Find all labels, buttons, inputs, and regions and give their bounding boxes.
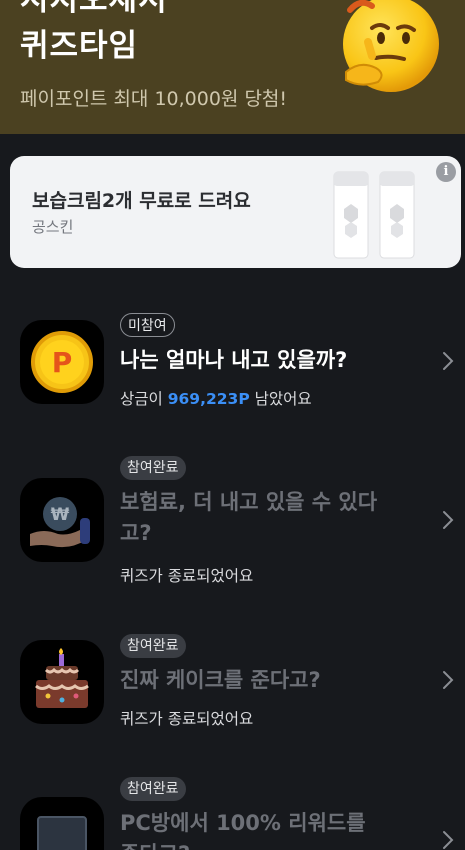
ad-title: 보습크림2개 무료로 드려요 (32, 190, 251, 212)
gold-coin-p-icon: P (20, 320, 104, 404)
quiz-item[interactable]: 참여완료 PC방에서 100% 리워드를 준다고? (0, 777, 465, 850)
quiz-status-text: 퀴즈가 종료되었어요 (120, 710, 254, 728)
quiz-title-line2: 준다고? (120, 842, 190, 850)
cream-tubes-image (333, 171, 415, 259)
cake-icon (20, 640, 104, 724)
banner-subtitle: 페이포인트 최대 10,000원 당첨! (20, 88, 288, 110)
status-badge: 참여완료 (120, 456, 186, 480)
chevron-right-icon (443, 352, 454, 370)
quiz-title: PC방에서 100% 리워드를 준다고? (120, 808, 420, 850)
svg-text:₩: ₩ (51, 505, 70, 525)
prize-amount: 969,223P (167, 390, 250, 408)
quiz-banner: 시지오세서 퀴즈타임 페이포인트 최대 10,000원 당첨! (0, 0, 465, 134)
ad-brand: 공스킨 (32, 218, 74, 236)
prize-suffix: 남았어요 (249, 390, 312, 408)
coin-hand-icon: ₩ (20, 478, 104, 562)
chevron-right-icon (443, 511, 454, 529)
chevron-right-icon (443, 831, 454, 849)
thinking-face-icon (343, 0, 439, 92)
quiz-item[interactable]: P 미참여 나는 얼마나 내고 있을까? 상금이 969,223P 남았어요 (0, 313, 465, 423)
banner-title-line1: 시지오세서 (20, 0, 168, 18)
status-badge: 참여완료 (120, 777, 186, 801)
quiz-title-line1: PC방에서 100% 리워드를 (120, 811, 366, 835)
svg-text:P: P (52, 346, 73, 379)
prize-prefix: 상금이 (120, 390, 168, 408)
quiz-title: 나는 얼마나 내고 있을까? (120, 348, 348, 372)
chevron-right-icon (443, 671, 454, 689)
status-badge: 미참여 (120, 313, 175, 337)
quiz-item[interactable]: ₩ 참여완료 보험료, 더 내고 있을 수 있다고? 퀴즈가 종료되었어요 (0, 456, 465, 591)
pc-monitor-icon (20, 797, 104, 850)
quiz-status-text: 퀴즈가 종료되었어요 (120, 567, 254, 585)
quiz-prize-remaining: 상금이 969,223P 남았어요 (120, 387, 312, 409)
ad-card[interactable]: 보습크림2개 무료로 드려요 공스킨 i (10, 156, 461, 268)
quiz-title: 진짜 케이크를 준다고? (120, 668, 321, 692)
status-badge: 참여완료 (120, 634, 186, 658)
quiz-item[interactable]: 참여완료 진짜 케이크를 준다고? 퀴즈가 종료되었어요 (0, 634, 465, 739)
info-icon[interactable]: i (436, 162, 456, 182)
banner-title: 퀴즈타임 (20, 28, 139, 64)
quiz-title: 보험료, 더 내고 있을 수 있다고? (120, 490, 378, 545)
